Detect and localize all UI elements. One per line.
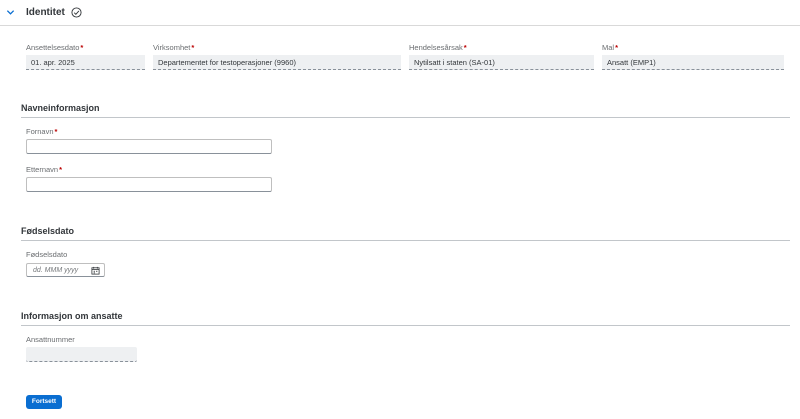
group-title-navneinformasjon: Navneinformasjon xyxy=(21,103,100,113)
hendelsesarsak-field: Nytilsatt i staten (SA-01) xyxy=(409,55,594,70)
calendar-icon[interactable] xyxy=(91,266,100,275)
group-divider xyxy=(21,240,790,241)
group-divider xyxy=(21,117,790,118)
label-mal: Mal* xyxy=(602,43,619,52)
section-header-identitet[interactable]: Identitet xyxy=(0,0,800,26)
chevron-down-icon[interactable] xyxy=(6,8,15,17)
label-ansettelsesdato: Ansettelsesdato* xyxy=(26,43,84,52)
label-hendelsesarsak: Hendelsesårsak* xyxy=(409,43,467,52)
group-title-informasjon-om-ansatte: Informasjon om ansatte xyxy=(21,311,123,321)
label-etternavn: Etternavn* xyxy=(26,165,63,174)
label-virksomhet: Virksomhet* xyxy=(153,43,195,52)
date-placeholder: dd. MMM yyyy xyxy=(33,267,79,274)
group-title-fodselsdato: Fødselsdato xyxy=(21,226,75,236)
ansettelsesdato-field: 01. apr. 2025 xyxy=(26,55,145,70)
label-fodselsdato: Fødselsdato xyxy=(26,250,68,259)
fornavn-input[interactable] xyxy=(26,139,272,154)
fodselsdato-input[interactable]: dd. MMM yyyy xyxy=(26,263,105,277)
mal-field: Ansatt (EMP1) xyxy=(602,55,784,70)
label-fornavn: Fornavn* xyxy=(26,127,58,136)
fortsett-button[interactable]: Fortsett xyxy=(26,395,62,409)
check-circle-icon xyxy=(71,7,82,18)
section-title: Identitet xyxy=(26,7,65,18)
etternavn-input[interactable] xyxy=(26,177,272,192)
ansattnummer-field xyxy=(26,347,137,362)
group-divider xyxy=(21,325,790,326)
virksomhet-field: Departementet for testoperasjoner (9960) xyxy=(153,55,401,70)
label-ansattnummer: Ansattnummer xyxy=(26,335,75,344)
